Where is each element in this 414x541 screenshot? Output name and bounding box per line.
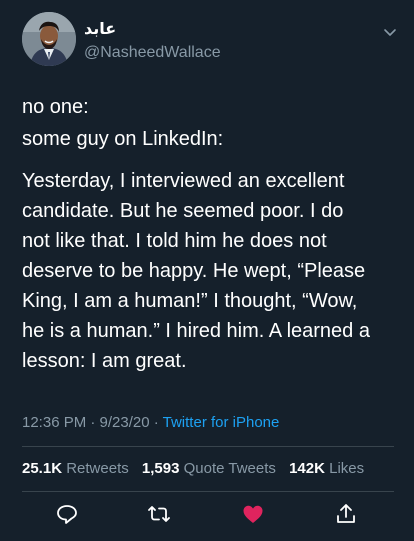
divider: [22, 491, 394, 492]
tweet-meta: 12:36 PM · 9/23/20 · Twitter for iPhone: [22, 414, 279, 431]
share-icon[interactable]: [334, 502, 358, 526]
likes-stat[interactable]: 142K Likes: [289, 460, 364, 477]
reply-icon[interactable]: [55, 502, 79, 526]
retweets-count: 25.1K: [22, 460, 63, 477]
tweet-card: عابد @NasheedWallace no one: some guy on…: [0, 0, 414, 541]
retweet-icon[interactable]: [147, 502, 171, 526]
tweet-stats: 25.1K Retweets 1,593 Quote Tweets 142K L…: [22, 460, 373, 477]
tweet-text-main: Yesterday, I interviewed an excellent ca…: [22, 170, 370, 372]
retweets-stat[interactable]: 25.1K Retweets: [22, 460, 129, 477]
likes-count: 142K: [289, 460, 325, 477]
tweet-source-link[interactable]: Twitter for iPhone: [163, 414, 280, 431]
tweet-text-line1: no one:: [22, 96, 89, 118]
avatar[interactable]: [22, 12, 76, 66]
chevron-down-icon[interactable]: [382, 24, 398, 40]
quote-tweets-stat[interactable]: 1,593 Quote Tweets: [142, 460, 276, 477]
quote-tweets-count: 1,593: [141, 460, 180, 477]
divider: [22, 446, 394, 447]
avatar-photo: [22, 12, 76, 66]
tweet-text-line2: some guy on LinkedIn:: [22, 128, 224, 150]
display-name[interactable]: عابد: [84, 19, 116, 39]
tweet-timestamp[interactable]: 12:36 PM · 9/23/20 ·: [22, 414, 163, 431]
tweet-header: عابد @NasheedWallace: [22, 12, 402, 70]
user-handle[interactable]: @NasheedWallace: [84, 44, 221, 62]
retweets-label: Retweets: [66, 460, 129, 477]
quote-tweets-label: Quote Tweets: [183, 460, 276, 477]
tweet-actions: [0, 500, 414, 530]
heart-icon[interactable]: [241, 502, 265, 526]
likes-label: Likes: [329, 460, 365, 477]
